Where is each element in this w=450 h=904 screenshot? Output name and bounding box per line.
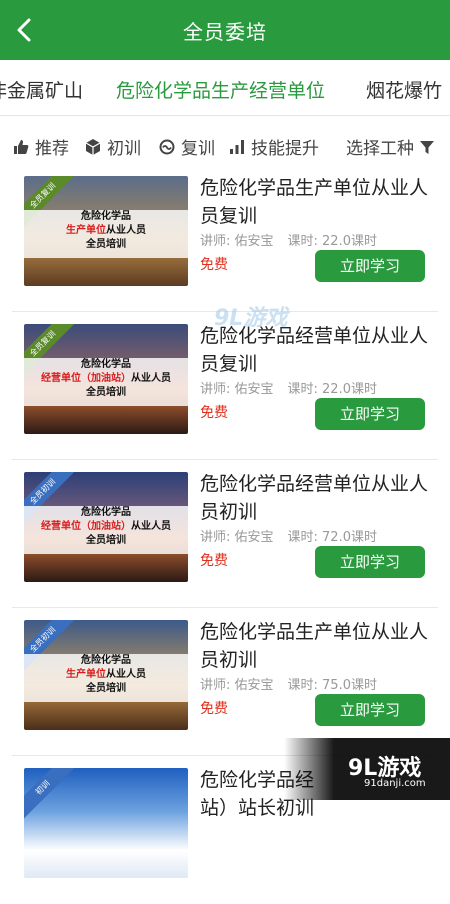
list-item[interactable]: 全员初训 危险化学品 生产单位从业人员 全员培训 危险化学品生产单位从业人员初训… (0, 608, 450, 756)
filter-label: 初训 (107, 139, 141, 159)
filter-skill-upgrade[interactable]: 技能提升 (228, 134, 319, 159)
tab-fireworks[interactable]: 烟花爆竹 (366, 76, 442, 103)
caption-line: 危险化学品 (81, 211, 131, 222)
price-label: 免费 (200, 257, 228, 273)
course-thumbnail: 全员复训 危险化学品 经营单位（加油站）从业人员 全员培训 (24, 324, 188, 434)
study-now-button[interactable]: 立即学习 (315, 546, 425, 578)
caption-line: 从业人员 (131, 373, 171, 384)
teacher-label: 讲师: 佑安宝 (200, 382, 274, 397)
hours-label: 课时: 72.0课时 (287, 530, 377, 545)
course-meta: 讲师: 佑安宝 课时: 72.0课时 (200, 526, 391, 545)
list-item[interactable]: 全员复训 危险化学品 经营单位（加油站）从业人员 全员培训 危险化学品经营单位从… (0, 312, 450, 460)
caption-line: 全员培训 (86, 387, 126, 398)
cube-icon (84, 138, 102, 156)
teacher-label: 讲师: 佑安宝 (200, 234, 274, 249)
thumbnail-caption: 危险化学品 生产单位从业人员 全员培训 (24, 654, 188, 702)
course-thumbnail: 初训 (24, 768, 188, 878)
caption-line: 从业人员 (106, 669, 146, 680)
price-label: 免费 (200, 405, 228, 421)
course-thumbnail: 全员初训 危险化学品 生产单位从业人员 全员培训 (24, 620, 188, 730)
tab-non-metal-mine[interactable]: 非金属矿山 (0, 76, 83, 103)
study-now-button[interactable]: 立即学习 (315, 694, 425, 726)
teacher-label: 讲师: 佑安宝 (200, 678, 274, 693)
caption-line: 危险化学品 (81, 655, 131, 666)
caption-highlight: 生产单位 (66, 669, 106, 680)
hours-label: 课时: 75.0课时 (287, 678, 377, 693)
filter-retraining[interactable]: 复训 (158, 134, 215, 159)
category-tabs: 非金属矿山 危险化学品生产经营单位 烟花爆竹 (0, 60, 450, 116)
course-thumbnail: 全员复训 危险化学品 生产单位从业人员 全员培训 (24, 176, 188, 286)
refresh-icon (158, 138, 176, 156)
list-item[interactable]: 全员初训 危险化学品 经营单位（加油站）从业人员 全员培训 危险化学品经营单位从… (0, 460, 450, 608)
course-meta: 讲师: 佑安宝 课时: 75.0课时 (200, 674, 391, 693)
page-title: 全员委培 (183, 20, 267, 44)
hours-label: 课时: 22.0课时 (287, 234, 377, 249)
filter-label: 推荐 (35, 139, 69, 159)
course-title[interactable]: 危险化学品经营单位从业人员初训 (200, 470, 432, 526)
course-title[interactable]: 危险化学品生产单位从业人员初训 (200, 618, 432, 674)
filter-label: 复训 (181, 139, 215, 159)
list-item[interactable]: 全员复训 危险化学品 生产单位从业人员 全员培训 危险化学品生产单位从业人员复训… (0, 164, 450, 312)
course-thumbnail: 全员初训 危险化学品 经营单位（加油站）从业人员 全员培训 (24, 472, 188, 582)
caption-line: 全员培训 (86, 239, 126, 250)
filter-initial-training[interactable]: 初训 (84, 134, 141, 159)
filter-label: 选择工种 (346, 139, 414, 159)
caption-line: 全员培训 (86, 683, 126, 694)
course-meta: 讲师: 佑安宝 课时: 22.0课时 (200, 378, 391, 397)
caption-highlight: 经营单位（加油站） (41, 373, 131, 384)
filter-recommended[interactable]: 推荐 (12, 134, 69, 159)
thumbs-up-icon (12, 138, 30, 156)
funnel-icon (418, 138, 436, 156)
caption-highlight: 经营单位（加油站） (41, 521, 131, 532)
caption-line: 从业人员 (106, 225, 146, 236)
select-job-type[interactable]: 选择工种 (346, 134, 436, 159)
caption-line: 从业人员 (131, 521, 171, 532)
course-title[interactable]: 危险化学品生产单位从业人员复训 (200, 174, 432, 230)
tab-hazardous-chemicals[interactable]: 危险化学品生产经营单位 (116, 76, 325, 103)
thumbnail-caption: 危险化学品 经营单位（加油站）从业人员 全员培训 (24, 358, 188, 406)
watermark-corner: 9L游戏 91danji.com (284, 738, 450, 800)
price-label: 免费 (200, 553, 228, 569)
hours-label: 课时: 22.0课时 (287, 382, 377, 397)
caption-line: 危险化学品 (81, 359, 131, 370)
price-label: 免费 (200, 701, 228, 717)
app-header: 全员委培 (0, 0, 450, 60)
bar-chart-icon (228, 138, 246, 156)
study-now-button[interactable]: 立即学习 (315, 250, 425, 282)
thumbnail-caption: 危险化学品 生产单位从业人员 全员培训 (24, 210, 188, 258)
caption-line: 全员培训 (86, 535, 126, 546)
filter-label: 技能提升 (251, 139, 319, 159)
caption-line: 危险化学品 (81, 507, 131, 518)
teacher-label: 讲师: 佑安宝 (200, 530, 274, 545)
caption-highlight: 生产单位 (66, 225, 106, 236)
course-meta: 讲师: 佑安宝 课时: 22.0课时 (200, 230, 391, 249)
watermark: 9L游戏 (214, 306, 288, 331)
study-now-button[interactable]: 立即学习 (315, 398, 425, 430)
filter-bar: 推荐 初训 复训 技能提升 选择工种 (0, 128, 450, 164)
watermark-url: 91danji.com (364, 778, 426, 789)
thumbnail-caption: 危险化学品 经营单位（加油站）从业人员 全员培训 (24, 506, 188, 554)
